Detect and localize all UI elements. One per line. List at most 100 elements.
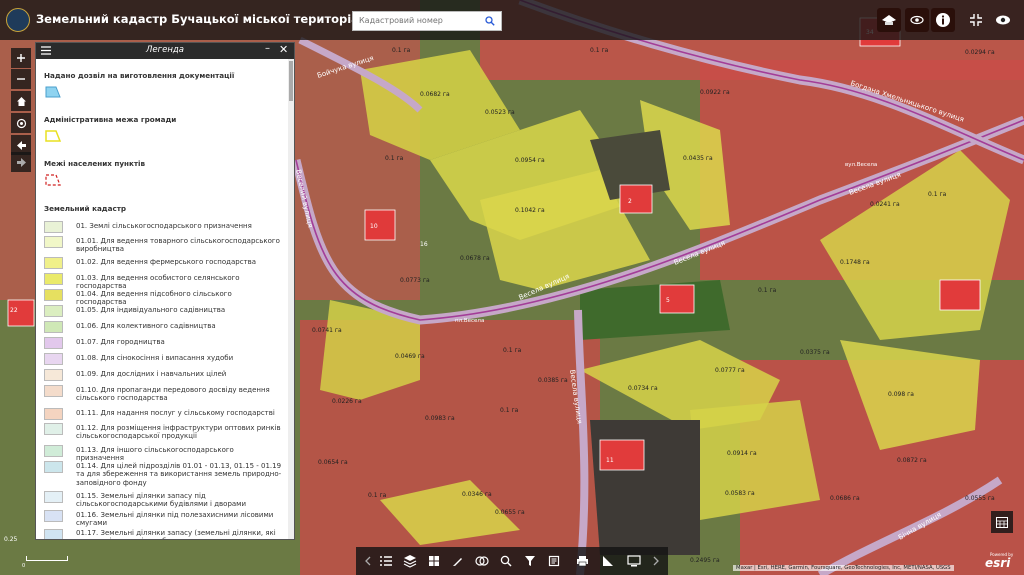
- draw-icon: [453, 558, 462, 566]
- legend-swatch: [44, 369, 63, 381]
- parcel-area-label: 0.1 га: [758, 287, 777, 294]
- parcel-area-label: 0.0686 га: [830, 495, 860, 502]
- toolbar-prev-button[interactable]: [358, 551, 378, 571]
- legend-swatch: [44, 445, 63, 457]
- eye-icon: [996, 15, 1010, 25]
- legend-icon: [380, 556, 392, 566]
- analysis-tool[interactable]: [472, 551, 492, 571]
- esri-logo[interactable]: esri: [985, 556, 1010, 570]
- legend-item-label: 01. Землі сільськогосподарського признач…: [76, 222, 252, 230]
- legend-section-title: Межі населених пунктів: [44, 159, 146, 168]
- parcel-area-label: 0.0922 га: [700, 89, 730, 96]
- fullscreen-button[interactable]: [964, 8, 988, 32]
- about-button[interactable]: [931, 8, 955, 32]
- building: [939, 279, 981, 311]
- arrow-left-icon: [16, 140, 26, 150]
- legend-item-label: 01.03. Для ведення особистого селянськог…: [76, 274, 240, 291]
- parcel-area-label: 0.0555 га: [965, 495, 995, 502]
- parcel-area-label: 0.098 га: [888, 391, 914, 398]
- scale-bar: [26, 556, 68, 561]
- visibility-button[interactable]: [991, 8, 1015, 32]
- close-button[interactable]: ✕: [279, 43, 288, 56]
- measure-icon: [603, 556, 613, 566]
- legend-item-label: 01.10. Для пропаганди передового досвіду…: [76, 386, 270, 403]
- filter-icon: [525, 556, 535, 566]
- legend-panel[interactable]: Легенда – ✕ Надано дозвіл на виготовленн…: [35, 42, 295, 540]
- parcel-area-label: 0.0983 га: [425, 415, 455, 422]
- legend-tool[interactable]: [376, 551, 396, 571]
- filter-tool[interactable]: [520, 551, 540, 571]
- scale-label: 0: [22, 563, 26, 569]
- search-box[interactable]: [352, 11, 502, 31]
- home-icon: [16, 96, 26, 106]
- legend-swatch: [44, 385, 63, 397]
- attribute-table-button[interactable]: [991, 511, 1013, 533]
- info-widget-button[interactable]: [905, 8, 929, 32]
- swipe-icon: [627, 555, 641, 567]
- legend-scrollbar[interactable]: [288, 59, 294, 539]
- parcel-area-label: 0.0583 га: [725, 490, 755, 497]
- legend-item-label: 01.16. Земельні ділянки під полезахисним…: [76, 511, 274, 528]
- swipe-tool[interactable]: [624, 551, 644, 571]
- locate-icon: [16, 118, 26, 128]
- next-extent-button[interactable]: [11, 152, 31, 172]
- parcel-area-label: 0.1042 га: [515, 207, 545, 214]
- parcel-area-label: 0.1 га: [392, 47, 411, 54]
- search-button[interactable]: [479, 12, 501, 30]
- toolbar-next-button[interactable]: [646, 551, 666, 571]
- locate-button[interactable]: [11, 113, 31, 133]
- zoom-in-button[interactable]: [11, 48, 31, 68]
- trees: [580, 280, 730, 340]
- parcel-area-label: 0.0872 га: [897, 457, 927, 464]
- legend-item-label: 01.12. Для розміщення інфраструктури опт…: [76, 424, 281, 441]
- query-icon: [500, 555, 512, 567]
- building-number: 22: [10, 307, 18, 314]
- legend-content[interactable]: Надано дозвіл на виготовлення документац…: [36, 59, 288, 539]
- query-tool[interactable]: [496, 551, 516, 571]
- print-tool[interactable]: [572, 551, 592, 571]
- legend-swatch: [44, 510, 63, 522]
- search-input[interactable]: [353, 12, 479, 28]
- print-icon: [576, 556, 588, 567]
- draw-tool[interactable]: [448, 551, 468, 571]
- legend-section-title: Земельний кадастр: [44, 204, 127, 213]
- info-icon: [936, 13, 950, 27]
- parcel-area-label: 0.1748 га: [840, 259, 870, 266]
- parcel-area-label: 0.0294 га: [965, 49, 995, 56]
- building: [619, 184, 653, 214]
- arrow-right-icon: [16, 157, 26, 167]
- table-icon: [996, 516, 1008, 528]
- building-number: 11: [606, 457, 614, 464]
- parcel-area-label: 0.0385 га: [538, 377, 568, 384]
- zoom-out-button[interactable]: [11, 69, 31, 89]
- parcel-area-label: 0.0734 га: [628, 385, 658, 392]
- legend-header[interactable]: Легенда – ✕: [36, 43, 294, 59]
- measure-tool[interactable]: [598, 551, 618, 571]
- legend-swatch: [44, 461, 63, 473]
- basemap-tool[interactable]: [424, 551, 444, 571]
- legend-item-label: 01.01. Для ведення товарного сільськогос…: [76, 237, 280, 254]
- plus-icon: [17, 54, 25, 62]
- point-label: вул.Весела: [845, 162, 877, 168]
- edit-icon: [548, 555, 560, 567]
- parcel[interactable]: [690, 400, 820, 520]
- parcel-area-label: 0.0914 га: [727, 450, 757, 457]
- scrollbar-thumb[interactable]: [289, 61, 293, 101]
- parcel-area-label: 0.0469 га: [395, 353, 425, 360]
- legend-swatch: [44, 353, 63, 365]
- legend-section-title: Надано дозвіл на виготовлення документац…: [44, 71, 235, 80]
- building: [599, 439, 645, 471]
- edit-tool[interactable]: [544, 551, 564, 571]
- layers-tool[interactable]: [400, 551, 420, 571]
- legend-swatch: [45, 130, 61, 142]
- legend-item-label: 01.05. Для індивідуального садівництва: [76, 306, 226, 314]
- parcel-area-label: 0.0346 га: [462, 491, 492, 498]
- parcel-area-label: 0.1 га: [500, 407, 519, 414]
- app-logo-button[interactable]: [877, 8, 901, 32]
- home-button[interactable]: [11, 91, 31, 111]
- minimize-button[interactable]: –: [265, 43, 270, 54]
- coords-readout: 0.25: [4, 536, 18, 543]
- parcel-area-label: 0.2495 га: [690, 557, 720, 564]
- legend-swatch: [44, 423, 63, 435]
- coat-of-arms-icon: [6, 8, 30, 32]
